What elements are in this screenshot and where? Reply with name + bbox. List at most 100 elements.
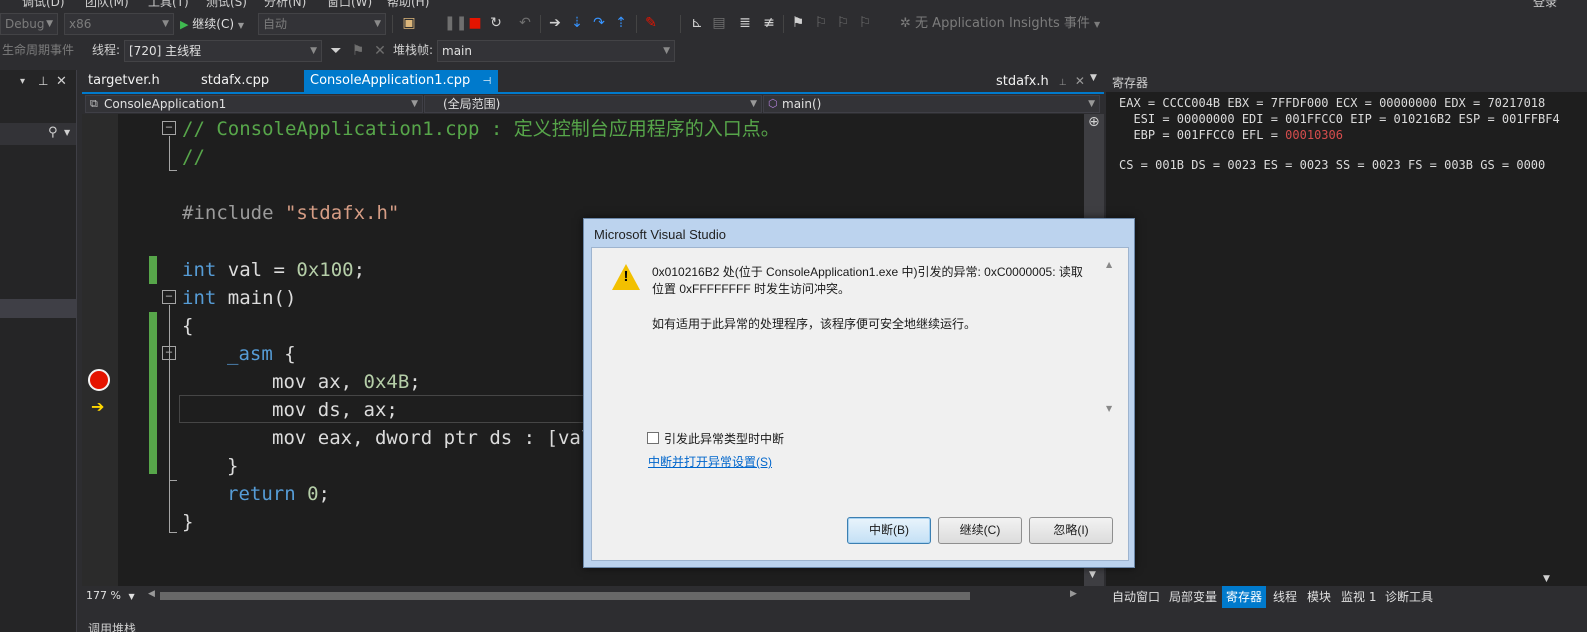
flag-threads-icon[interactable]: ⚑ (349, 42, 367, 60)
scroll-left-icon[interactable]: ◀ (148, 589, 155, 599)
tab-watch1[interactable]: 监视 1 (1337, 586, 1380, 608)
step-into-icon[interactable]: ⇣ (568, 14, 586, 32)
restart-icon[interactable]: ↻ (487, 14, 505, 32)
process-icon[interactable]: ▣ (400, 14, 418, 32)
member-dropdown[interactable]: ⬡ main() ▼ (763, 95, 1100, 113)
signin-link[interactable]: 登录 (1533, 0, 1557, 8)
bookmark-tools-icon[interactable]: ⊾ (688, 14, 706, 32)
tab-diagnostic-tools[interactable]: 诊断工具 (1381, 586, 1437, 608)
filter-icon[interactable]: ⏷ (327, 42, 345, 60)
break-button[interactable]: 中断(B) (847, 517, 931, 544)
identifier-token: main() (216, 287, 297, 309)
collapse-icon[interactable]: − (162, 121, 176, 135)
menu-help[interactable]: 帮助(H) (387, 0, 429, 8)
menu-window[interactable]: 窗口(W) (327, 0, 372, 8)
zoom-dropdown[interactable]: 177 % ▼ (86, 588, 135, 604)
expand-threads-icon[interactable]: ✕ (371, 42, 389, 60)
lifecycle-events-label[interactable]: 生命周期事件 (2, 39, 74, 61)
insights-dropdown[interactable]: ✲ 无 Application Insights 事件 ▼ (900, 13, 1100, 35)
keyword-token: int (182, 259, 217, 281)
comment-lines-icon[interactable]: ≣ (736, 14, 754, 32)
show-next-statement-icon[interactable]: ↶ (516, 14, 534, 32)
uncomment-lines-icon[interactable]: ≢ (760, 14, 778, 32)
chevron-down-icon[interactable]: ▼ (1090, 73, 1097, 83)
code-line-val[interactable]: int val = 0x100; (182, 256, 365, 284)
pause-icon[interactable]: ❚❚ (444, 14, 467, 32)
platform-dropdown[interactable]: x86 ▼ (64, 13, 174, 35)
pin-icon[interactable]: ⊥ (1059, 78, 1067, 88)
code-line-1[interactable]: // ConsoleApplication1.cpp : 定义控制台应用程序的入… (182, 115, 780, 143)
next-bookmark-icon[interactable]: ⚐ (834, 14, 852, 32)
project-dropdown[interactable]: ⧉ ConsoleApplication1 ▼ (85, 95, 423, 113)
stack-frame-label: 堆栈帧: (393, 43, 434, 57)
horizontal-scrollbar-thumb[interactable] (160, 592, 970, 600)
scroll-down-icon[interactable]: ▼ (1089, 570, 1096, 580)
pin-icon[interactable]: ⊣ (482, 76, 491, 87)
tab-targetver-h[interactable]: targetver.h (82, 70, 192, 92)
menu-tools[interactable]: 工具(T) (148, 0, 189, 8)
tab-stdafx-cpp[interactable]: stdafx.cpp (195, 70, 305, 92)
scroll-up-icon[interactable]: ▲ (1106, 260, 1112, 269)
continue-button[interactable]: ▶ 继续(C) ▼ (180, 13, 244, 35)
menu-analyze[interactable]: 分析(N) (264, 0, 306, 8)
code-line-mov2[interactable]: mov ds, ax; (272, 396, 398, 424)
project-icon: ⧉ (90, 97, 98, 110)
code-line-return[interactable]: return 0; (227, 480, 330, 508)
step-into-arrow-icon[interactable]: ➔ (546, 14, 564, 32)
config-dropdown[interactable]: Debug ▼ (0, 13, 58, 35)
scroll-right-icon[interactable]: ▶ (1070, 589, 1077, 599)
number-token: 0x100 (296, 259, 354, 281)
code-line-mov1[interactable]: mov ax, 0x4B; (272, 368, 421, 396)
bookmark-icon[interactable]: ⚑ (789, 14, 807, 32)
prev-bookmark-icon[interactable]: ⚐ (812, 14, 830, 32)
break-on-exception-checkbox[interactable] (647, 432, 659, 444)
breakpoint-icon[interactable] (88, 369, 110, 391)
code-line-asm-close[interactable]: } (227, 452, 238, 480)
clear-bookmarks-icon[interactable]: ⚐ (856, 14, 874, 32)
step-over-icon[interactable]: ↷ (590, 14, 608, 32)
tab-threads[interactable]: 线程 (1269, 586, 1301, 608)
tab-modules[interactable]: 模块 (1303, 586, 1335, 608)
code-line-include[interactable]: #include "stdafx.h" (182, 199, 399, 227)
open-exception-settings-link[interactable]: 中断并打开异常设置(S) (648, 453, 772, 470)
tab-registers[interactable]: 寄存器 (1222, 586, 1267, 608)
hex-display-icon[interactable]: ✎ (642, 14, 660, 32)
collapse-icon[interactable]: − (162, 346, 176, 360)
code-line-brace-open[interactable]: { (182, 312, 193, 340)
split-icon[interactable]: ⊕ (1088, 114, 1100, 130)
scroll-down-icon[interactable]: ▼ (1543, 574, 1550, 584)
stack-frame-dropdown[interactable]: main ▼ (437, 40, 675, 62)
collapse-icon[interactable]: − (162, 290, 176, 304)
close-icon[interactable]: ✕ (1075, 74, 1085, 88)
indicator-margin[interactable] (82, 114, 118, 586)
scroll-down-icon[interactable]: ▼ (1106, 404, 1112, 413)
message-scrollbar[interactable]: ▲ ▼ (1102, 256, 1118, 418)
stop-icon[interactable]: ■ (466, 14, 484, 32)
menu-test[interactable]: 测试(S) (206, 0, 247, 8)
menu-debug[interactable]: 调试(D) (22, 0, 65, 8)
pin-icon[interactable]: ⊥ (38, 74, 48, 88)
break-on-exception-label[interactable]: 引发此异常类型时中断 (664, 430, 784, 447)
selected-tree-item[interactable] (0, 299, 76, 318)
call-stack-title[interactable]: 调用堆栈 (88, 620, 136, 632)
code-line-brace-close[interactable]: } (182, 508, 193, 536)
auto-dropdown[interactable]: 自动 ▼ (258, 13, 386, 35)
tab-consoleapplication1-cpp[interactable]: ConsoleApplication1.cpp ⊣ ✕ (304, 70, 498, 111)
panel-dropdown-icon[interactable]: ▾ (20, 76, 25, 87)
code-line-asm[interactable]: _asm { (227, 340, 296, 368)
uncomment-icon[interactable]: ▤ (710, 14, 728, 32)
continue-button[interactable]: 继续(C) (938, 517, 1022, 544)
thread-dropdown[interactable]: [720] 主线程 ▼ (124, 40, 322, 62)
code-line-main[interactable]: int main() (182, 284, 296, 312)
menu-team[interactable]: 团队(M) (85, 0, 129, 8)
search-box[interactable]: ⚲ ▼ (0, 123, 76, 145)
close-icon[interactable]: ✕ (56, 74, 67, 89)
tab-autos[interactable]: 自动窗口 (1108, 586, 1164, 608)
scope-dropdown[interactable]: (全局范围) ▼ (424, 95, 762, 113)
ignore-button[interactable]: 忽略(I) (1029, 517, 1113, 544)
tab-locals[interactable]: 局部变量 (1165, 586, 1221, 608)
tab-stdafx-h[interactable]: stdafx.h ⊥ ✕ (990, 70, 1100, 92)
code-line-mov3[interactable]: mov eax, dword ptr ds : [val (272, 424, 592, 452)
code-line-2[interactable]: // (182, 143, 205, 171)
step-out-icon[interactable]: ⇡ (612, 14, 630, 32)
